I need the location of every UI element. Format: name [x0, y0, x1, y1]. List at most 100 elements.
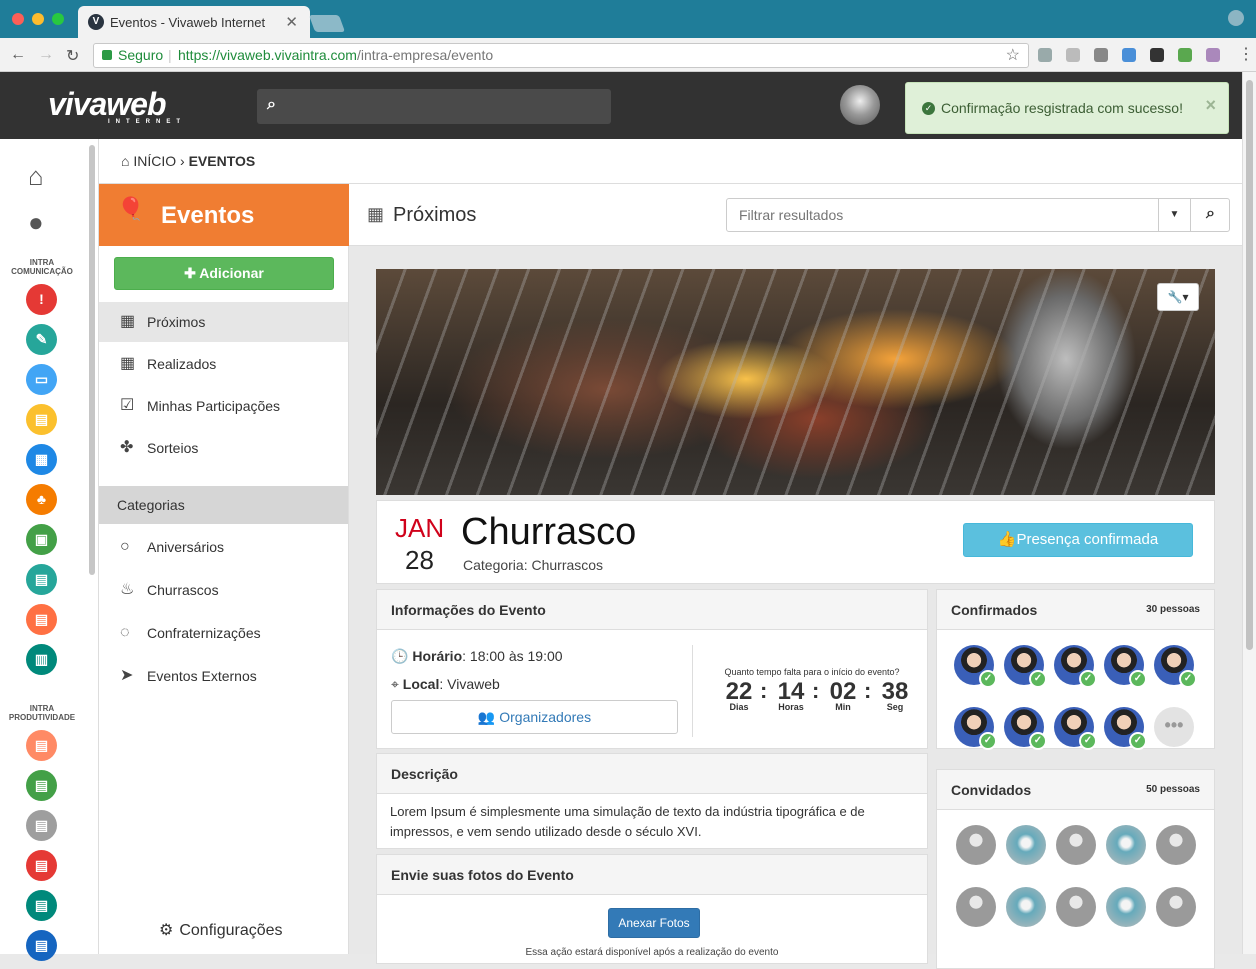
bookmark-star-icon[interactable]: ☆	[1006, 44, 1020, 67]
camera-icon[interactable]	[1094, 48, 1108, 62]
close-tab-icon[interactable]: ✕	[285, 13, 298, 31]
guest-avatar[interactable]	[1106, 887, 1146, 927]
url-input[interactable]: Seguro | https://vivaweb.vivaintra.com/i…	[93, 43, 1029, 68]
app-shortcut-icon[interactable]: ▤	[26, 850, 57, 881]
event-options-button[interactable]: 🔧▾	[1157, 283, 1199, 311]
menu-minhas-participacoes[interactable]: ☑ Minhas Participações	[99, 386, 348, 426]
filter-group: ▼ ⌕	[726, 198, 1230, 232]
menu-realizados[interactable]: ▦ Realizados	[99, 344, 348, 384]
extension-icon[interactable]	[1206, 48, 1220, 62]
clock-icon: 🕒	[391, 648, 413, 664]
events-header: 🎈 Eventos	[99, 184, 349, 246]
confirmed-avatar[interactable]: ✓	[1154, 645, 1197, 688]
guest-avatar[interactable]	[1056, 825, 1096, 865]
page-scrollbar[interactable]	[1242, 72, 1256, 954]
settings-link[interactable]: ⚙ Configurações	[159, 920, 289, 940]
confirmed-avatar[interactable]: ✓	[1054, 645, 1097, 688]
maximize-window-button[interactable]	[52, 13, 64, 25]
presence-confirmed-button[interactable]: 👍Presença confirmada	[963, 523, 1193, 557]
vivaweb-logo[interactable]: vivaweb INTERNET	[48, 86, 186, 125]
confirmed-avatar[interactable]: ✓	[1104, 707, 1147, 750]
category-eventos-externos[interactable]: ➤ Eventos Externos	[99, 656, 348, 696]
app-shortcut-icon[interactable]: ▭	[26, 364, 57, 395]
more-confirmed-button[interactable]: •••	[1154, 707, 1194, 747]
confirmed-avatar[interactable]: ✓	[954, 707, 997, 750]
app-shortcut-icon[interactable]: ▤	[26, 810, 57, 841]
menu-proximos[interactable]: ▦ Próximos	[99, 302, 348, 342]
app-shortcut-icon[interactable]: ▦	[26, 444, 57, 475]
category-confraternizacoes[interactable]: ◌ Confraternizações	[99, 613, 348, 653]
browser-tab[interactable]: V Eventos - Vivaweb Internet ✕	[78, 6, 310, 38]
guest-avatar[interactable]	[956, 825, 996, 865]
browser-profile-icon[interactable]	[1228, 10, 1244, 26]
organizers-button[interactable]: 👥 Organizadores	[391, 700, 678, 734]
global-search-input[interactable]: ⌕	[257, 89, 611, 124]
breadcrumb-home[interactable]: INÍCIO	[133, 153, 176, 169]
user-avatar[interactable]	[840, 85, 880, 125]
app-shortcut-icon[interactable]: !	[26, 284, 57, 315]
check-icon: ✓	[1079, 732, 1097, 750]
extension-icon[interactable]	[1038, 48, 1052, 62]
confirmed-avatar[interactable]: ✓	[954, 645, 997, 688]
confirmed-avatar[interactable]: ✓	[1004, 645, 1047, 688]
section-intra-comunicacao: INTRA COMUNICAÇÃO	[11, 258, 73, 276]
breadcrumb: ⌂ INÍCIO › EVENTOS	[99, 139, 1242, 184]
event-info-title: Informações do Evento	[377, 590, 927, 630]
guest-avatar[interactable]	[1106, 825, 1146, 865]
extension-icon[interactable]	[1066, 48, 1080, 62]
main-header: ▦ Próximos ▼ ⌕	[349, 184, 1242, 246]
forward-icon[interactable]: →	[38, 46, 54, 64]
app-shortcut-icon[interactable]: ▥	[26, 644, 57, 675]
caret-down-icon[interactable]: ▼	[1158, 199, 1190, 231]
confirmed-avatar[interactable]: ✓	[1054, 707, 1097, 750]
confirmed-avatar[interactable]: ✓	[1104, 645, 1147, 688]
countdown-seconds-label: Seg	[886, 702, 904, 712]
attach-photos-button[interactable]: Anexar Fotos	[608, 908, 700, 938]
users-icon: 👥	[477, 709, 500, 725]
app-shortcut-icon[interactable]: ▣	[26, 524, 57, 555]
guest-avatar[interactable]	[1006, 825, 1046, 865]
guests-title: Convidados 50 pessoas	[937, 770, 1214, 810]
map-pin-icon: ⌖	[391, 676, 403, 692]
gear-icon: ⚙	[159, 922, 174, 939]
event-category: Categoria: Churrascos	[463, 557, 604, 573]
app-shortcut-icon[interactable]: ▤	[26, 930, 57, 961]
menu-sorteios[interactable]: ✤ Sorteios	[99, 428, 348, 468]
app-shortcut-icon[interactable]: ✎	[26, 324, 57, 355]
guest-avatar[interactable]	[1156, 825, 1196, 865]
category-aniversarios[interactable]: ○ Aniversários	[99, 527, 348, 567]
guest-avatar[interactable]	[1006, 887, 1046, 927]
back-icon[interactable]: ←	[10, 46, 26, 64]
home-icon[interactable]: ⌂	[28, 161, 44, 192]
browser-menu-icon[interactable]: ⋮	[1238, 44, 1254, 64]
guest-avatar[interactable]	[1056, 887, 1096, 927]
app-shortcut-icon[interactable]: ▤	[26, 604, 57, 635]
reload-icon[interactable]: ↻	[66, 46, 79, 66]
guest-avatar[interactable]	[1156, 887, 1196, 927]
app-shortcut-icon[interactable]: ▤	[26, 890, 57, 921]
app-shortcut-icon[interactable]: ▤	[26, 564, 57, 595]
confirmed-avatar[interactable]: ✓	[1004, 707, 1047, 750]
chart-icon[interactable]	[1178, 48, 1192, 62]
app-shortcut-icon[interactable]: ▤	[26, 770, 57, 801]
user-icon[interactable]: ●	[28, 207, 44, 238]
add-event-button[interactable]: ✚ Adicionar	[114, 257, 334, 290]
app-shortcut-icon[interactable]: ▤	[26, 730, 57, 761]
new-tab-button[interactable]	[308, 15, 346, 32]
toast-message: Confirmação resgistrada com sucesso!	[941, 100, 1183, 116]
lock-icon	[102, 50, 112, 60]
guest-avatar[interactable]	[956, 887, 996, 927]
extension-icon[interactable]	[1150, 48, 1164, 62]
app-shortcut-icon[interactable]: ▤	[26, 404, 57, 435]
extension-icon[interactable]	[1122, 48, 1136, 62]
leftbar-scrollbar[interactable]	[89, 145, 95, 575]
filter-input[interactable]	[727, 199, 1157, 231]
search-button[interactable]: ⌕	[1190, 199, 1230, 231]
close-window-button[interactable]	[12, 13, 24, 25]
app-shortcut-icon[interactable]: ♣	[26, 484, 57, 515]
category-churrascos[interactable]: ♨ Churrascos	[99, 570, 348, 610]
minimize-window-button[interactable]	[32, 13, 44, 25]
toast-close-button[interactable]: ×	[1205, 95, 1216, 116]
event-time: 🕒 Horário: 18:00 às 19:00	[391, 648, 563, 664]
favicon-icon: V	[88, 14, 104, 30]
